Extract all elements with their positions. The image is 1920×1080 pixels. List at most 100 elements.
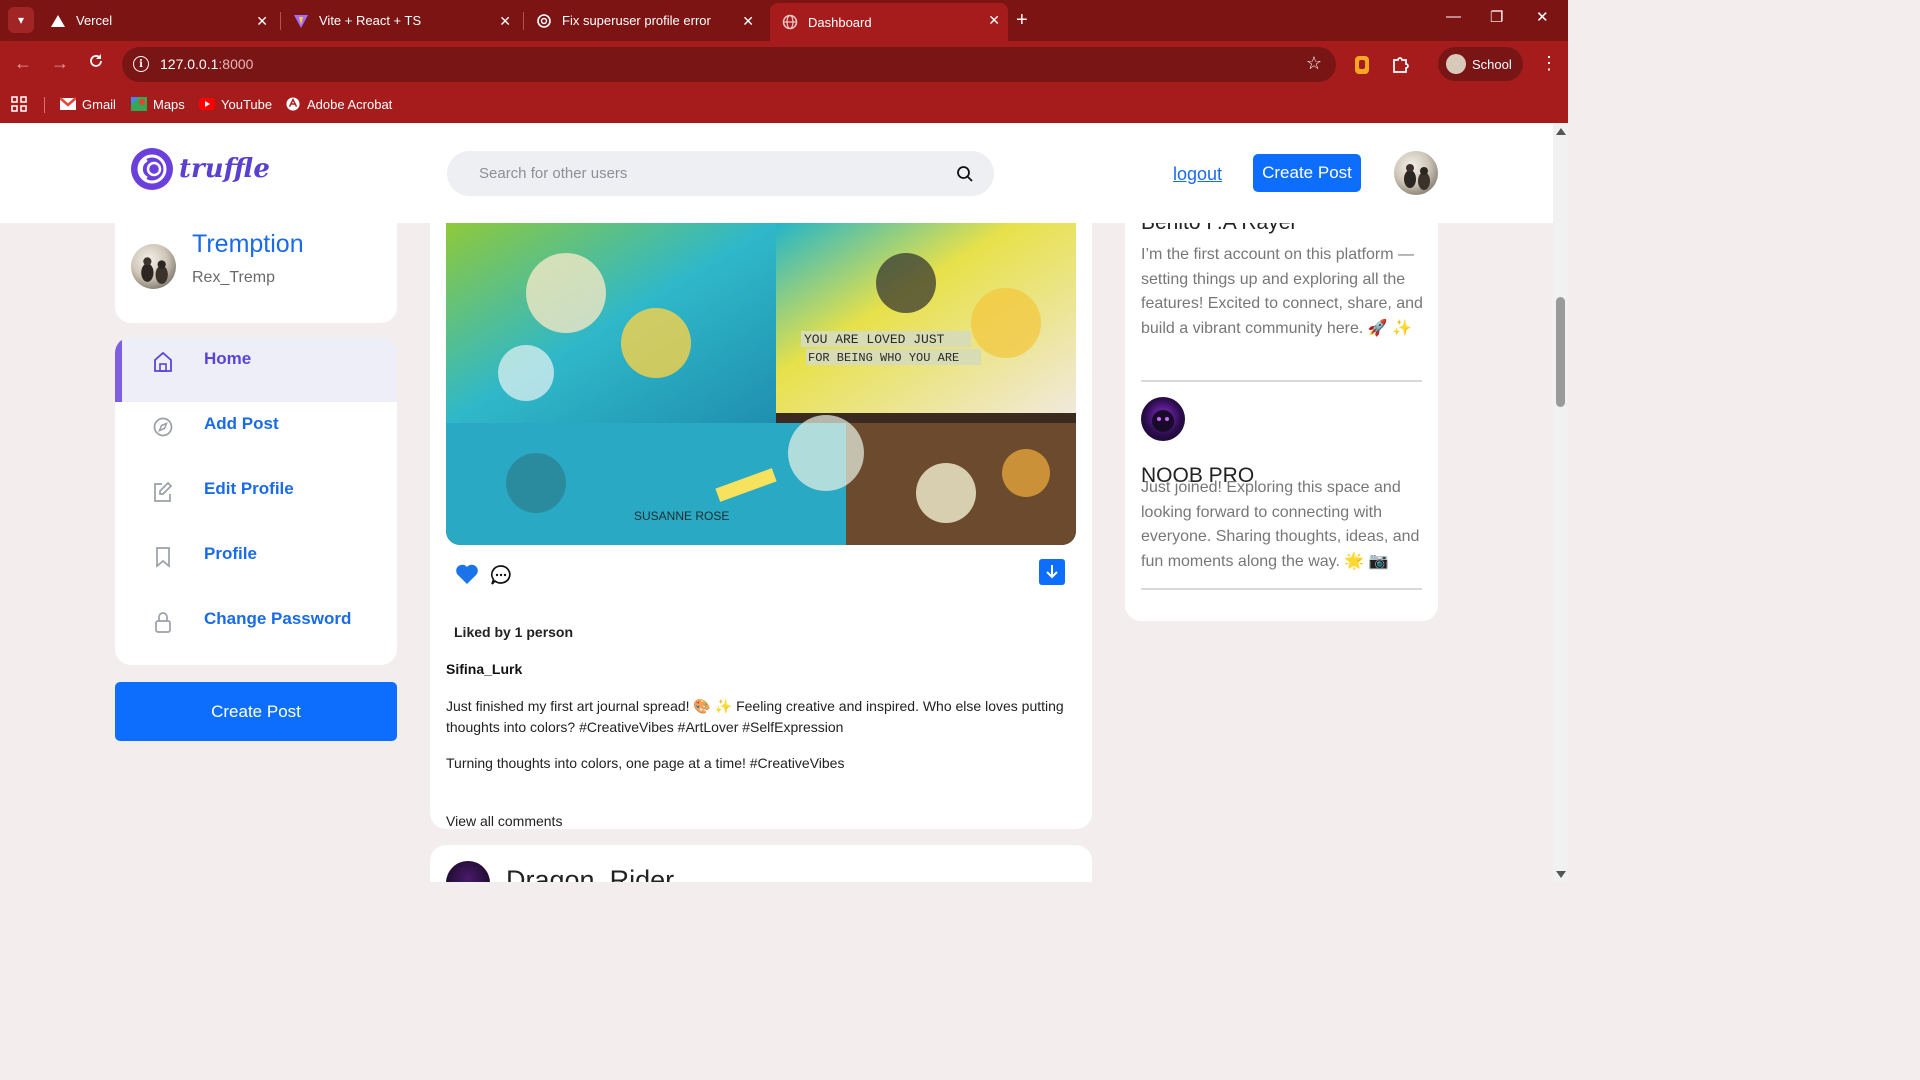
tab-search-button[interactable]: ▾ <box>8 7 34 33</box>
more-menu-icon[interactable]: ⋮ <box>1540 53 1558 74</box>
truffle-logo[interactable]: truffle <box>131 148 270 190</box>
home-icon <box>154 351 172 372</box>
close-icon[interactable]: ✕ <box>256 13 268 30</box>
avatar[interactable] <box>1141 397 1185 441</box>
download-icon[interactable] <box>1039 559 1065 585</box>
post-author[interactable]: Dragon_Rider <box>506 865 674 882</box>
openai-icon <box>536 13 552 29</box>
sidebar-create-post-button[interactable]: Create Post <box>115 682 397 741</box>
maps-icon <box>131 97 147 111</box>
tab-title: Dashboard <box>808 14 872 30</box>
reload-button[interactable] <box>88 53 104 73</box>
forward-button[interactable]: → <box>51 53 69 73</box>
image-text: FOR BEING WHO YOU ARE <box>808 351 959 365</box>
sidebar-menu: Home Add Post Edit Profile Profile Chang… <box>115 337 397 665</box>
tab-vite[interactable]: Vite + React + TS ✕ <box>281 4 519 37</box>
new-tab-button[interactable]: + <box>1016 9 1028 31</box>
search-icon[interactable] <box>956 165 974 183</box>
acrobat-icon <box>286 97 300 111</box>
profile-username: Rex_Tremp <box>192 269 275 286</box>
url-text: 127.0.0.1:8000 <box>160 56 254 72</box>
create-post-button[interactable]: Create Post <box>1253 154 1361 192</box>
avatar <box>1446 54 1466 74</box>
bookmark-star-icon[interactable]: ☆ <box>1306 53 1322 74</box>
page-scrollbar[interactable] <box>1553 123 1568 882</box>
search-input[interactable]: Search for other users <box>447 151 994 196</box>
extension-icon[interactable] <box>1354 55 1370 80</box>
user-bio: I’m the first account on this platform —… <box>1141 246 1423 337</box>
avatar[interactable] <box>446 861 490 882</box>
sidebar-item-edit-profile[interactable]: Edit Profile <box>115 467 397 532</box>
divider <box>1141 380 1422 382</box>
post-image[interactable]: YOU ARE LOVED JUST FOR BEING WHO YOU ARE… <box>446 223 1076 545</box>
comment-icon[interactable] <box>490 564 512 586</box>
sidebar-item-change-password[interactable]: Change Password <box>115 597 397 662</box>
search-placeholder: Search for other users <box>479 165 628 182</box>
sidebar-item-label: Home <box>204 349 252 368</box>
puzzle-icon[interactable] <box>1391 54 1411 79</box>
sidebar-item-label: Edit Profile <box>204 479 294 498</box>
globe-icon <box>782 14 798 30</box>
sidebar-item-label: Change Password <box>204 609 352 628</box>
post-caption: Just finished my first art journal sprea… <box>446 698 1064 735</box>
post-card: YOU ARE LOVED JUST FOR BEING WHO YOU ARE… <box>430 143 1092 829</box>
sidebar-item-label: Add Post <box>204 414 279 433</box>
lock-icon <box>155 612 171 633</box>
divider <box>44 97 45 113</box>
post-author[interactable]: Sifina_Lurk <box>446 661 522 677</box>
image-text: SUSANNE ROSE <box>634 509 729 523</box>
apps-icon[interactable] <box>11 95 27 113</box>
vercel-icon <box>50 13 66 29</box>
avatar[interactable] <box>131 244 176 289</box>
vite-icon <box>293 13 309 29</box>
scroll-up-arrow[interactable] <box>1556 128 1566 135</box>
scrollbar-thumb[interactable] <box>1556 297 1565 407</box>
tab-vercel[interactable]: Vercel ✕ <box>38 4 276 37</box>
scroll-down-arrow[interactable] <box>1556 871 1566 878</box>
edit-icon <box>154 481 173 502</box>
browser-tabstrip: ▾ Vercel ✕ Vite + React + TS ✕ Fix super… <box>0 0 1568 41</box>
view-comments-link[interactable]: View all comments <box>446 813 562 829</box>
close-icon[interactable]: ✕ <box>742 13 754 30</box>
restore-button[interactable]: ❐ <box>1490 8 1503 26</box>
close-window-button[interactable]: ✕ <box>1536 8 1549 26</box>
logout-link[interactable]: logout <box>1173 164 1222 185</box>
youtube-icon <box>199 98 215 110</box>
profile-display-name[interactable]: Tremption <box>192 230 304 259</box>
logo-icon <box>131 148 173 190</box>
tab-chatgpt[interactable]: Fix superuser profile error ✕ <box>524 4 762 37</box>
site-info-icon[interactable]: i <box>133 56 149 72</box>
bookmark-icon <box>156 547 170 568</box>
gmail-icon <box>60 97 76 110</box>
close-icon[interactable]: ✕ <box>499 13 511 30</box>
sidebar-item-home[interactable]: Home <box>115 337 397 402</box>
post-card: Dragon_Rider <box>430 845 1092 882</box>
back-button[interactable]: ← <box>14 53 32 73</box>
likes-count[interactable]: Liked by 1 person <box>454 624 573 640</box>
address-bar[interactable]: i 127.0.0.1:8000 ☆ <box>122 47 1336 82</box>
tab-title: Vite + React + TS <box>319 13 422 28</box>
bookmark-youtube[interactable]: YouTube <box>199 95 272 113</box>
divider <box>1141 588 1422 590</box>
bookmark-maps[interactable]: Maps <box>131 95 185 113</box>
heart-icon[interactable] <box>455 563 479 585</box>
bookmark-gmail[interactable]: Gmail <box>60 95 116 113</box>
page-viewport: truffle Search for other users logout Cr… <box>0 123 1553 882</box>
browser-toolbar: ← → i 127.0.0.1:8000 ☆ School ⋮ <box>0 41 1568 87</box>
minimize-button[interactable]: — <box>1446 8 1461 25</box>
tab-title: Vercel <box>76 13 113 28</box>
sidebar-item-profile[interactable]: Profile <box>115 532 397 597</box>
close-icon[interactable]: ✕ <box>988 12 1000 29</box>
user-bio: Just joined! Exploring this space and lo… <box>1141 479 1420 570</box>
tab-title: Fix superuser profile error <box>562 13 711 28</box>
bookmark-adobe[interactable]: Adobe Acrobat <box>285 95 392 113</box>
profile-button[interactable]: School <box>1438 47 1523 81</box>
compass-icon <box>153 417 173 437</box>
sidebar-item-add-post[interactable]: Add Post <box>115 402 397 467</box>
avatar[interactable] <box>1394 151 1438 195</box>
image-text: YOU ARE LOVED JUST <box>804 332 945 347</box>
sidebar-item-label: Profile <box>204 544 257 563</box>
profile-label: School <box>1472 56 1512 72</box>
bookmarks-bar: Gmail Maps YouTube Adobe Acrobat <box>0 87 1568 123</box>
tab-dashboard[interactable]: Dashboard ✕ <box>770 3 1008 41</box>
